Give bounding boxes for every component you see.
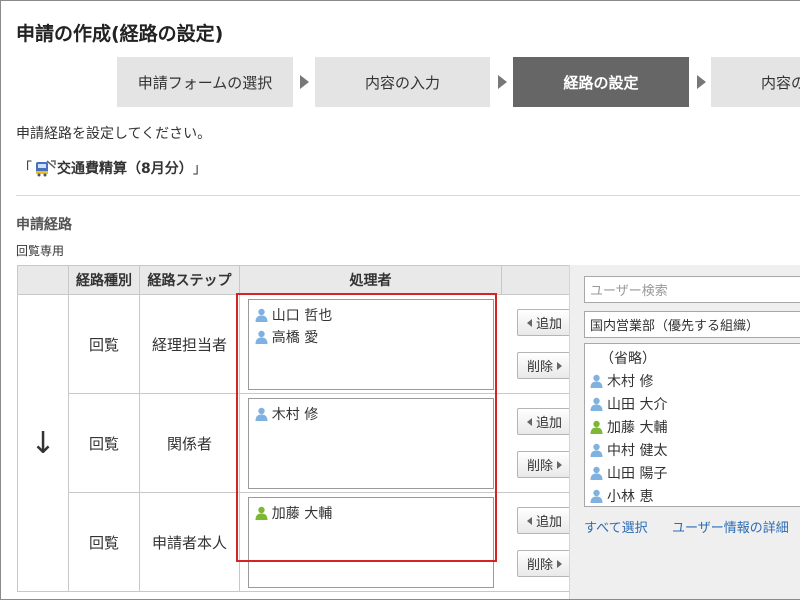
user-icon bbox=[255, 407, 268, 421]
add-label: 追加 bbox=[535, 515, 562, 530]
delete-label: 削除 bbox=[526, 558, 553, 573]
processor-name: 木村 修 bbox=[271, 406, 319, 423]
close-bracket: 」 bbox=[192, 161, 207, 177]
instruction-text: 申請経路を設定してください。 bbox=[16, 126, 212, 142]
delete-button[interactable]: 削除 bbox=[516, 550, 573, 577]
processor-item[interactable]: 木村 修 bbox=[255, 403, 487, 425]
user-icon bbox=[255, 506, 268, 520]
user-selection-panel: ユーザー検索 国内営業部（優先する組織） （省略） 木村 修 山田 大介 加藤 … bbox=[569, 265, 800, 599]
list-item[interactable]: 加藤 大輔 bbox=[590, 415, 800, 438]
user-icon bbox=[590, 466, 603, 480]
user-icon bbox=[255, 308, 268, 322]
open-bracket: 「 bbox=[18, 161, 32, 177]
step-route-setting: 経路の設定 bbox=[513, 57, 689, 107]
delete-label: 削除 bbox=[526, 360, 553, 375]
right-arrow-icon bbox=[557, 460, 562, 469]
processor-list[interactable]: 加藤 大輔 bbox=[247, 496, 494, 588]
user-icon bbox=[590, 420, 603, 434]
processor-item[interactable]: 高橋 愛 bbox=[255, 326, 487, 348]
user-name: 小林 恵 bbox=[607, 488, 654, 505]
user-icon bbox=[590, 443, 603, 457]
route-step: 関係者 bbox=[139, 393, 240, 493]
add-label: 追加 bbox=[535, 416, 562, 431]
user-icon bbox=[590, 489, 603, 503]
header-processor: 処理者 bbox=[239, 265, 502, 295]
processor-cell: 木村 修 bbox=[239, 393, 502, 493]
route-step: 申請者本人 bbox=[139, 492, 240, 592]
processor-name: 加藤 大輔 bbox=[271, 505, 333, 522]
flow-cell: ↓ bbox=[17, 294, 69, 592]
table-row: 回覧 申請者本人 加藤 大輔 追加 削除 bbox=[18, 492, 582, 592]
processor-list[interactable]: 木村 修 bbox=[247, 397, 494, 489]
processor-name: 山口 哲也 bbox=[271, 307, 333, 324]
processor-cell: 加藤 大輔 bbox=[239, 492, 502, 592]
user-list[interactable]: （省略） 木村 修 山田 大介 加藤 大輔 中村 健太 山田 陽子 小林 恵 bbox=[584, 343, 800, 507]
processor-name: 高橋 愛 bbox=[271, 329, 319, 346]
route-type: 回覧 bbox=[68, 294, 140, 394]
processor-item[interactable]: 山口 哲也 bbox=[255, 304, 487, 326]
route-table: 経路種別 経路ステップ 処理者 ↓ 回覧 経理担当者 山口 哲也 高橋 愛 追加… bbox=[17, 265, 582, 592]
list-item-omitted: （省略） bbox=[600, 350, 656, 367]
page-frame: 申請の作成(経路の設定) 申請フォームの選択 内容の入力 経路の設定 内容の 申… bbox=[0, 0, 800, 600]
step-confirm: 内容の bbox=[711, 57, 800, 107]
add-label: 追加 bbox=[535, 317, 562, 332]
step-input-content: 内容の入力 bbox=[315, 57, 490, 107]
processor-cell: 山口 哲也 高橋 愛 bbox=[239, 294, 502, 394]
user-icon bbox=[590, 374, 603, 388]
user-icon bbox=[590, 397, 603, 411]
organization-select[interactable]: 国内営業部（優先する組織） bbox=[584, 311, 800, 338]
list-item[interactable]: 木村 修 bbox=[590, 369, 800, 392]
delete-button[interactable]: 削除 bbox=[516, 352, 573, 379]
user-name: 加藤 大輔 bbox=[607, 419, 668, 436]
header-route-step: 経路ステップ bbox=[139, 265, 240, 295]
processor-item[interactable]: 加藤 大輔 bbox=[255, 502, 487, 524]
user-name: 中村 健太 bbox=[607, 442, 668, 459]
down-arrow-icon: ↓ bbox=[30, 425, 56, 461]
left-arrow-icon bbox=[526, 318, 532, 327]
left-arrow-icon bbox=[526, 516, 532, 525]
route-type: 回覧 bbox=[68, 492, 140, 592]
user-search-input[interactable]: ユーザー検索 bbox=[584, 276, 800, 303]
list-item[interactable]: 中村 健太 bbox=[590, 438, 800, 461]
step-arrow-icon bbox=[300, 75, 309, 89]
user-name: 山田 陽子 bbox=[607, 465, 668, 482]
left-arrow-icon bbox=[526, 417, 532, 426]
right-arrow-icon bbox=[557, 361, 562, 370]
step-arrow-icon bbox=[697, 75, 706, 89]
add-button[interactable]: 追加 bbox=[516, 507, 573, 534]
select-all-link[interactable]: すべて選択 bbox=[584, 517, 648, 536]
delete-button[interactable]: 削除 bbox=[516, 451, 573, 478]
divider bbox=[16, 195, 800, 196]
route-name: 回覧専用 bbox=[16, 244, 65, 258]
route-type: 回覧 bbox=[68, 393, 140, 493]
header-route-type: 経路種別 bbox=[68, 265, 140, 295]
user-name: 木村 修 bbox=[607, 373, 654, 390]
step-select-form: 申請フォームの選択 bbox=[117, 57, 293, 107]
form-name: 「 交通費精算（8月分） 」 bbox=[18, 158, 207, 178]
page-title: 申請の作成(経路の設定) bbox=[16, 23, 224, 45]
delete-label: 削除 bbox=[526, 459, 553, 474]
add-button[interactable]: 追加 bbox=[516, 309, 573, 336]
add-button[interactable]: 追加 bbox=[516, 408, 573, 435]
table-row: ↓ 回覧 経理担当者 山口 哲也 高橋 愛 追加 削除 bbox=[17, 294, 582, 592]
right-arrow-icon bbox=[557, 559, 562, 568]
processor-list[interactable]: 山口 哲也 高橋 愛 bbox=[247, 298, 494, 390]
user-icon bbox=[255, 330, 268, 344]
header-flow bbox=[17, 265, 69, 295]
list-item[interactable]: 小林 恵 bbox=[590, 484, 800, 507]
transport-form-icon bbox=[34, 159, 56, 177]
form-title: 交通費精算（8月分） bbox=[57, 161, 193, 177]
route-step: 経理担当者 bbox=[139, 294, 240, 394]
list-item[interactable]: 山田 陽子 bbox=[590, 461, 800, 484]
user-detail-link[interactable]: ユーザー情報の詳細 bbox=[672, 517, 789, 536]
user-name: 山田 大介 bbox=[607, 396, 668, 413]
table-row: 回覧 関係者 木村 修 追加 削除 bbox=[18, 393, 582, 493]
step-arrow-icon bbox=[498, 75, 507, 89]
list-item[interactable]: 山田 大介 bbox=[590, 392, 800, 415]
section-title: 申請経路 bbox=[16, 217, 72, 233]
